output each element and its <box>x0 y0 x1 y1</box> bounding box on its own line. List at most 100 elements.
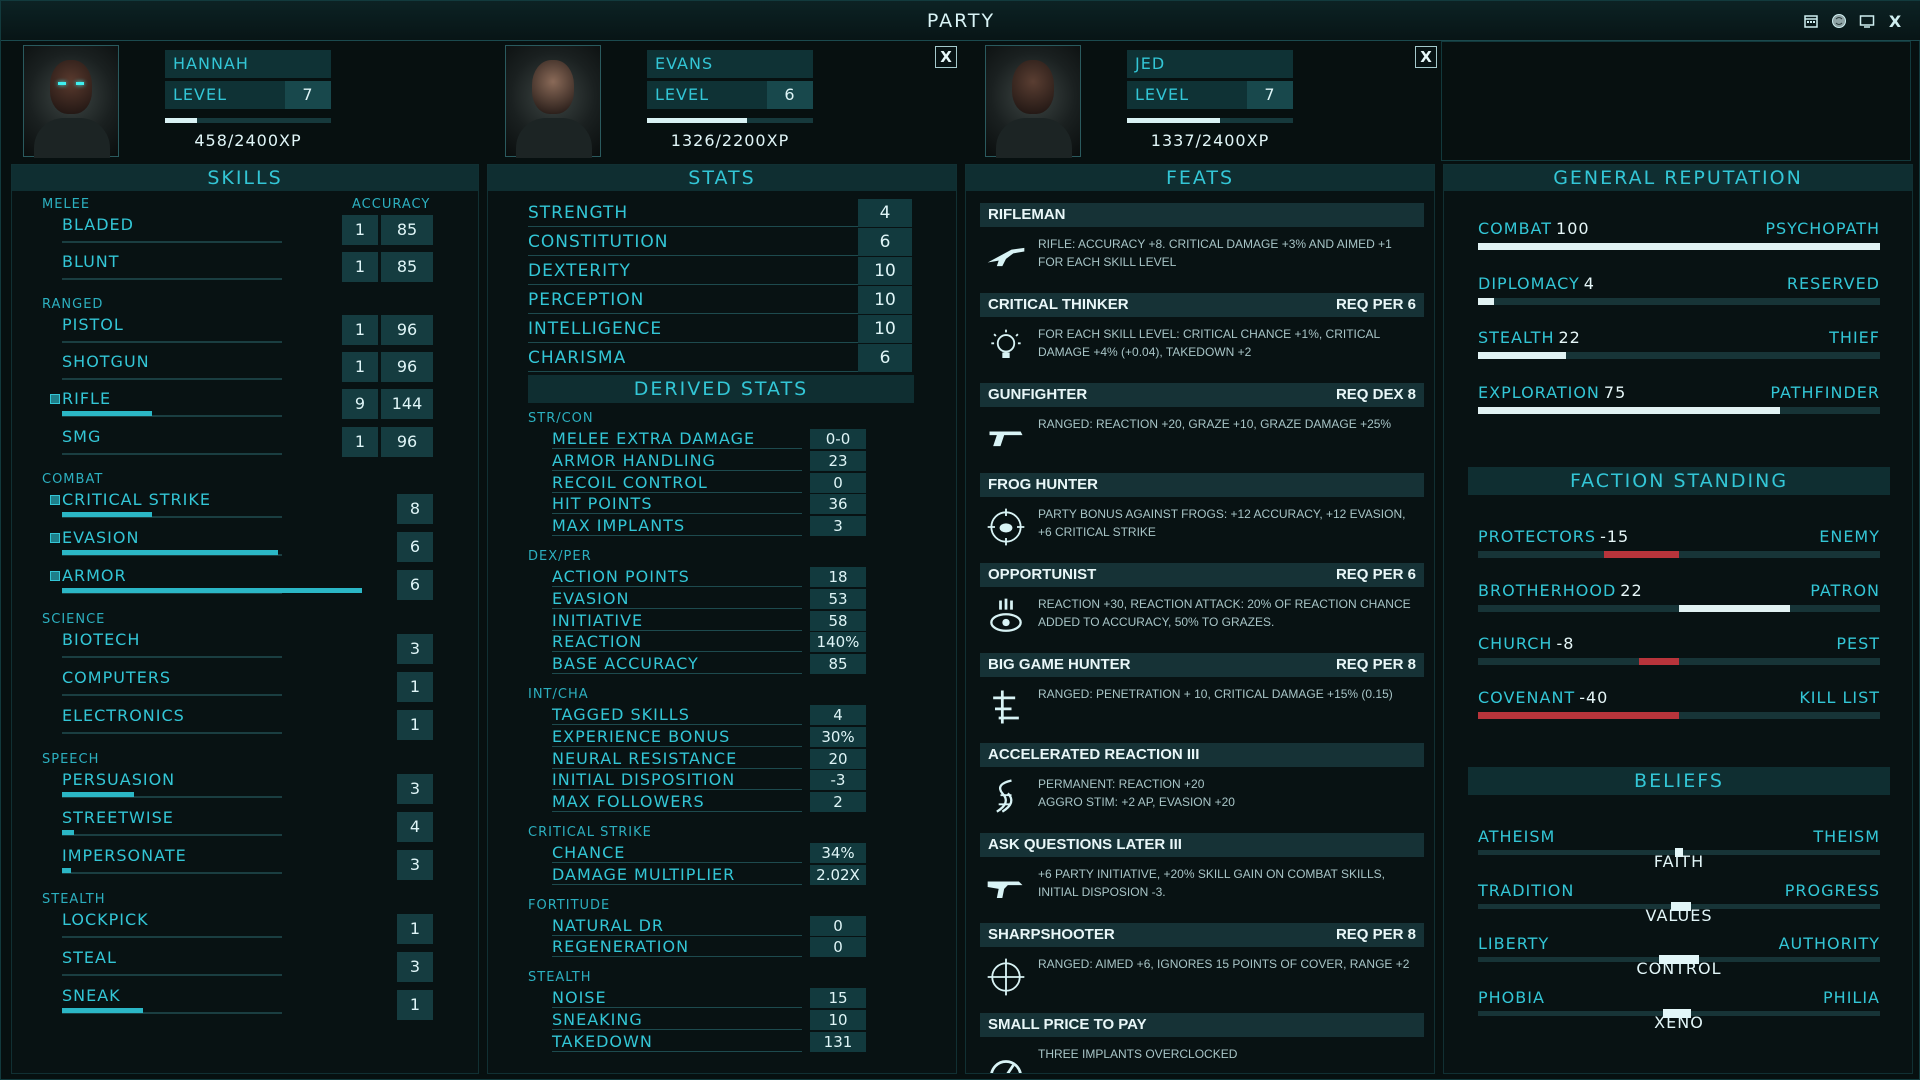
feat-card[interactable]: SMALL PRICE TO PAY THREE IMPLANTS OVERCLO… <box>980 1013 1424 1073</box>
belief-row[interactable]: TRADITION PROGRESS VALUES <box>1444 881 1914 927</box>
skill-accuracy: 96 <box>381 315 433 345</box>
skill-level: 1 <box>397 914 433 944</box>
reputation-value: 22 <box>1558 328 1581 347</box>
feat-body: PARTY BONUS AGAINST FROGS: +12 ACCURACY,… <box>980 497 1424 557</box>
feat-card[interactable]: CRITICAL THINKER REQ PER 6 FOR EACH SKILL … <box>980 293 1424 377</box>
faction-name: CHURCH -8 <box>1478 634 1574 653</box>
belief-row[interactable]: ATHEISM THEISM FAITH <box>1444 827 1914 873</box>
skill-row[interactable]: STREETWISE 4 <box>12 806 480 842</box>
stat-value: 10 <box>858 315 912 343</box>
faction-bar <box>1478 658 1880 665</box>
skill-row[interactable]: PISTOL 1 96 <box>12 313 480 347</box>
feat-card[interactable]: ASK QUESTIONS LATER III +6 PARTY INITIATI… <box>980 833 1424 917</box>
skill-row[interactable]: BLADED 1 85 <box>12 213 480 247</box>
feat-header: RIFLEMAN <box>980 203 1424 227</box>
skill-row[interactable]: STEAL 3 <box>12 946 480 982</box>
skill-row[interactable]: COMPUTERS 1 <box>12 666 480 702</box>
faction-row[interactable]: COVENANT -40 KILL LIST <box>1444 688 1914 728</box>
close-icon[interactable]: X <box>1885 11 1905 31</box>
character-card-jed[interactable]: JED LEVEL 7 1337/2400XP X <box>985 41 1441 161</box>
derived-stat-value: 4 <box>810 705 866 725</box>
derived-stat-name: BASE ACCURACY <box>552 654 802 675</box>
derived-stat-value: 0 <box>810 472 866 493</box>
skill-accuracy: 96 <box>381 352 433 382</box>
reputation-row[interactable]: STEALTH 22 THIEF <box>1444 328 1914 368</box>
crosshair-icon <box>982 953 1030 1001</box>
skill-row[interactable]: IMPERSONATE 3 <box>12 844 480 880</box>
skill-row[interactable]: BLUNT 1 85 <box>12 250 480 284</box>
derived-stat-row: TAGGED SKILLS 4 <box>488 705 958 725</box>
derived-stat-row: ARMOR HANDLING 23 <box>488 450 958 471</box>
feat-card[interactable]: OPPORTUNIST REQ PER 6 REACTION +30, REACTI… <box>980 563 1424 647</box>
stat-row-perception[interactable]: PERCEPTION 10 <box>488 286 958 314</box>
screen-icon[interactable] <box>1857 11 1877 31</box>
remove-member-button[interactable]: X <box>935 46 957 68</box>
skill-row[interactable]: EVASION 6 <box>12 526 480 562</box>
skill-level: 1 <box>342 252 378 282</box>
skill-row[interactable]: CRITICAL STRIKE 8 <box>12 488 480 524</box>
stat-row-dexterity[interactable]: DEXTERITY 10 <box>488 257 958 285</box>
empty-party-slot[interactable] <box>1441 41 1911 161</box>
skill-row[interactable]: BIOTECH 3 <box>12 628 480 664</box>
stat-row-constitution[interactable]: CONSTITUTION 6 <box>488 228 958 256</box>
skill-level: 9 <box>342 389 378 419</box>
skill-level: 8 <box>397 494 433 524</box>
skill-divider <box>62 378 282 380</box>
skill-row[interactable]: SNEAK 1 <box>12 984 480 1020</box>
character-card-evans[interactable]: EVANS LEVEL 6 1326/2200XP X <box>505 41 961 161</box>
reputation-rank: RESERVED <box>1786 273 1880 293</box>
calendar-icon[interactable] <box>1801 11 1821 31</box>
stat-value: 4 <box>858 199 912 227</box>
skill-row[interactable]: PERSUASION 3 <box>12 768 480 804</box>
feat-card[interactable]: BIG GAME HUNTER REQ PER 8 RANGED: PENETRAT… <box>980 653 1424 737</box>
character-portrait[interactable] <box>505 45 601 158</box>
xp-text: 458/2400XP <box>194 131 302 150</box>
stat-value: 10 <box>858 257 912 285</box>
skill-row[interactable]: SHOTGUN 1 96 <box>12 350 480 384</box>
reputation-bar <box>1478 243 1880 250</box>
derived-stat-name: SNEAKING <box>552 1010 802 1030</box>
skill-row[interactable]: ARMOR 6 <box>12 564 480 600</box>
skill-group-header: MELEE <box>42 197 91 212</box>
stat-row-intelligence[interactable]: INTELLIGENCE 10 <box>488 315 958 343</box>
feat-card[interactable]: RIFLEMAN RIFLE: ACCURACY +8. CRITICAL DAM… <box>980 203 1424 287</box>
skill-level: 3 <box>397 774 433 804</box>
stat-row-strength[interactable]: STRENGTH 4 <box>488 199 958 227</box>
skill-row[interactable]: SMG 1 96 <box>12 425 480 459</box>
skill-row[interactable]: LOCKPICK 1 <box>12 908 480 944</box>
belief-left: ATHEISM <box>1478 827 1556 846</box>
feat-card[interactable]: ACCELERATED REACTION III PERMANENT: REACT… <box>980 743 1424 827</box>
feat-card[interactable]: FROG HUNTER PARTY BONUS AGAINST FROGS: +1… <box>980 473 1424 557</box>
tagged-skill-marker <box>50 394 60 404</box>
skill-name: SNEAK <box>62 986 121 1005</box>
derived-stat-row: EVASION 53 <box>488 588 958 609</box>
faction-row[interactable]: CHURCH -8 PEST <box>1444 634 1914 674</box>
skill-group-header: STEALTH <box>42 892 106 907</box>
belief-row[interactable]: PHOBIA PHILIA XENO <box>1444 988 1914 1034</box>
reputation-value: 100 <box>1556 219 1590 238</box>
brain-icon[interactable] <box>1829 11 1849 31</box>
reputation-row[interactable]: DIPLOMACY 4 RESERVED <box>1444 274 1914 314</box>
feat-description: +6 PARTY INITIATIVE, +20% SKILL GAIN ON … <box>1038 867 1386 899</box>
character-portrait[interactable] <box>23 45 119 158</box>
reputation-rank: THIEF <box>1829 328 1880 347</box>
skill-row[interactable]: RIFLE 9 144 <box>12 387 480 421</box>
belief-row[interactable]: LIBERTY AUTHORITY CONTROL <box>1444 934 1914 980</box>
remove-member-button[interactable]: X <box>1415 46 1437 68</box>
stat-row-charisma[interactable]: CHARISMA 6 <box>488 344 958 372</box>
feat-description: RANGED: PENETRATION + 10, CRITICAL DAMAG… <box>1038 687 1393 701</box>
faction-row[interactable]: PROTECTORS -15 ENEMY <box>1444 527 1914 567</box>
derived-stat-name: NATURAL DR <box>552 916 802 936</box>
skill-level: 1 <box>342 215 378 245</box>
reputation-row[interactable]: COMBAT 100 PSYCHOPATH <box>1444 219 1914 259</box>
xp-bar-fill <box>165 118 197 123</box>
feat-card[interactable]: GUNFIGHTER REQ DEX 8 RANGED: REACTION +20,… <box>980 383 1424 467</box>
character-portrait[interactable] <box>985 45 1081 158</box>
reputation-row[interactable]: EXPLORATION 75 PATHFINDER <box>1444 383 1914 423</box>
feat-card[interactable]: SHARPSHOOTER REQ PER 8 RANGED: AIMED +6, I… <box>980 923 1424 1007</box>
skill-row[interactable]: ELECTRONICS 1 <box>12 704 480 740</box>
faction-row[interactable]: BROTHERHOOD 22 PATRON <box>1444 581 1914 621</box>
xp-bar-fill <box>647 118 747 123</box>
character-card-hannah[interactable]: HANNAH LEVEL 7 458/2400XP <box>23 41 479 161</box>
derived-stat-name: EVASION <box>552 589 802 609</box>
